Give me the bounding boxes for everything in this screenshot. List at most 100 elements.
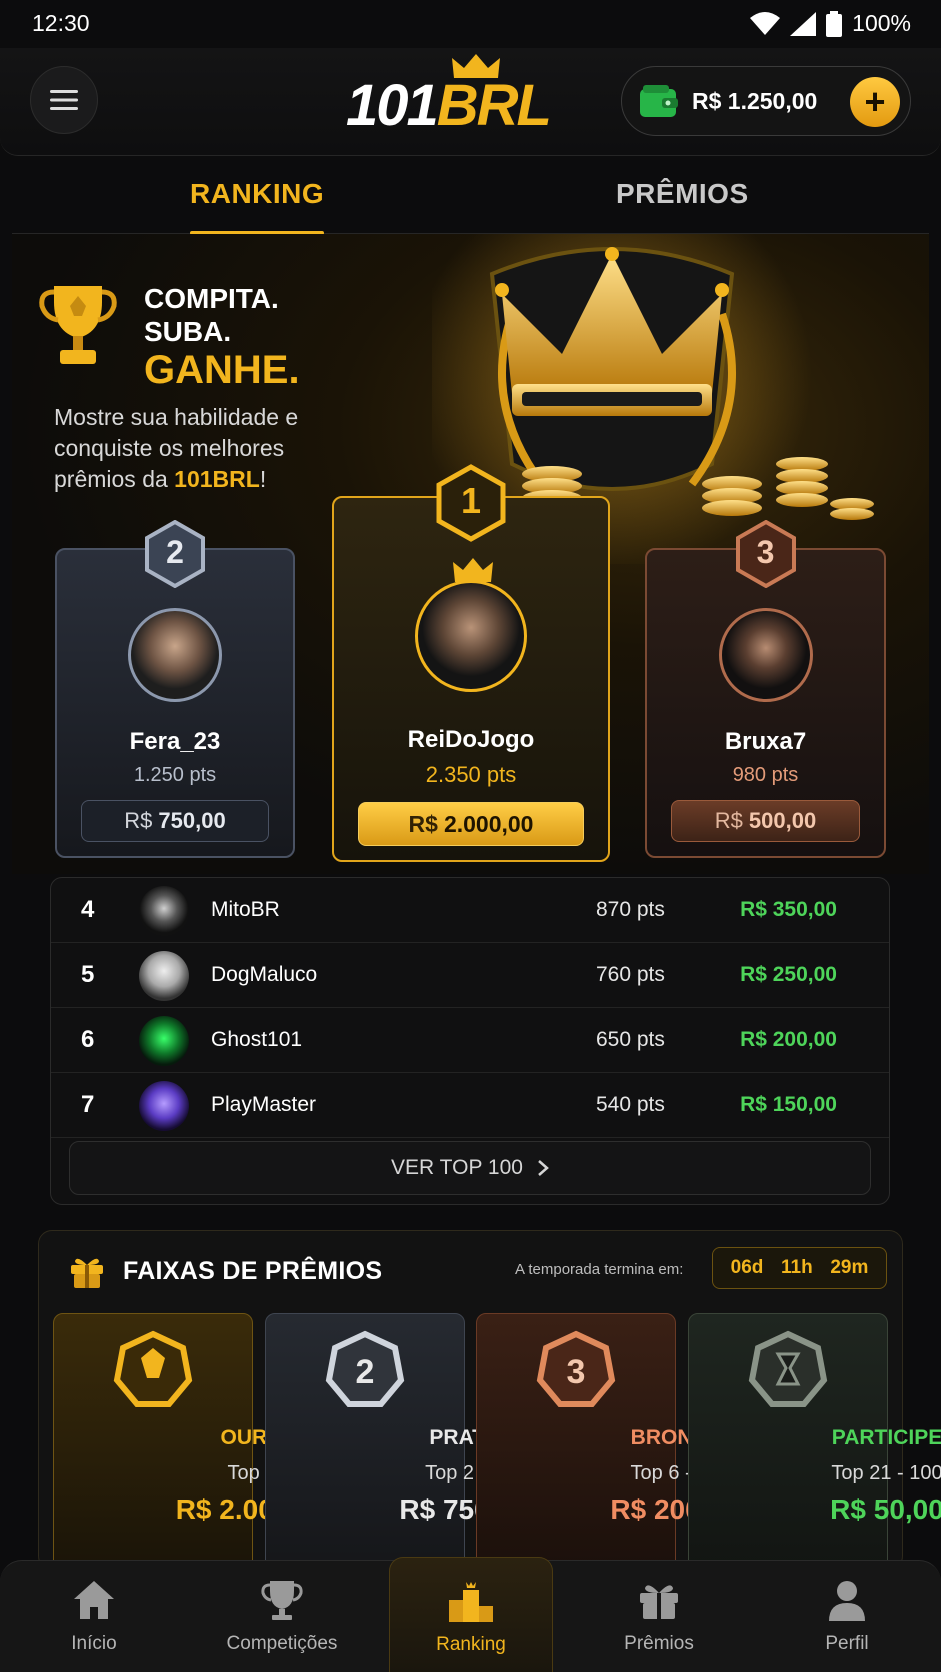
hero-line-1: COMPITA. [144, 283, 279, 314]
status-time: 12:30 [32, 10, 90, 36]
ranking-row[interactable]: 4 MitoBR 870 pts R$ 350,00 [51, 878, 889, 943]
rank-position: 5 [81, 961, 95, 988]
player-name: PlayMaster [211, 1093, 317, 1116]
tab-premios[interactable]: PRÊMIOS [616, 178, 749, 210]
tier-card-participe[interactable]: PARTICIPE Top 21 - 100 R$ 50,00 [688, 1313, 941, 1571]
timer-days: 06d [730, 1257, 764, 1278]
battery-icon [826, 10, 843, 37]
rank-position: 4 [81, 896, 95, 923]
status-bar: 12:30 100% [0, 0, 941, 48]
prize-value: 2.000,00 [443, 810, 534, 837]
view-top-100-button[interactable]: VER TOP 100 [69, 1141, 871, 1195]
menu-button[interactable] [30, 66, 98, 134]
podium-points-1: 2.350 pts [425, 762, 517, 787]
nav-perfil[interactable]: Perfil [753, 1561, 941, 1672]
user-icon [829, 1581, 865, 1621]
podium-name-1: ReiDoJogo [407, 726, 535, 753]
podium-prize-2: R$ 750,00 [81, 800, 269, 842]
player-name: MitoBR [211, 898, 280, 921]
tier-card-prata[interactable]: 2 PRATA Top 2 - 5 R$ 750,00 [265, 1313, 529, 1571]
rank-number-1: 1 [460, 480, 482, 521]
tier-range: Top 21 - 100 [831, 1462, 941, 1484]
ranking-row[interactable]: 5 DogMaluco 760 pts R$ 250,00 [51, 943, 889, 1008]
gift-icon [71, 1258, 103, 1288]
hero-line-3: GANHE. [144, 348, 300, 392]
tier-name: PARTICIPE [831, 1426, 941, 1449]
player-name: Ghost101 [211, 1028, 303, 1051]
avatar-fera23 [128, 608, 222, 702]
ranking-row[interactable]: 6 Ghost101 650 pts R$ 200,00 [51, 1008, 889, 1073]
avatar-dogmaluco [139, 951, 189, 1001]
nav-premios[interactable]: Prêmios [565, 1561, 753, 1672]
player-name: DogMaluco [211, 963, 318, 986]
hero-desc-brand: 101BRL [174, 466, 260, 492]
bottom-navigation: Início Competições Ranking Prêmios Perfi… [0, 1557, 941, 1672]
tier-value: R$ 50,00 [830, 1494, 941, 1525]
player-prize: R$ 350,00 [740, 898, 837, 921]
podium-points-3: 980 pts [732, 764, 799, 786]
nav-ranking[interactable]: Ranking [389, 1557, 553, 1672]
app-header: 101BRL R$ 1.250,00 + [0, 48, 941, 156]
svg-text:3: 3 [567, 1353, 586, 1391]
player-points: 540 pts [596, 1093, 665, 1116]
ranking-row[interactable]: 7 PlayMaster 540 pts R$ 150,00 [51, 1073, 889, 1138]
rank-position: 6 [81, 1026, 95, 1053]
podium-card-second[interactable]: 2 Fera_23 1.250 pts R$ 750,00 [55, 520, 295, 858]
player-points: 870 pts [596, 898, 665, 921]
podium-name-2: Fera_23 [129, 728, 221, 755]
participant-medal-icon [748, 1330, 828, 1407]
nav-label: Perfil [825, 1633, 869, 1654]
app-logo: 101BRL [346, 54, 552, 142]
avatar-ghost101 [139, 1016, 189, 1066]
podium-points-2: 1.250 pts [133, 764, 217, 786]
logo-text-gold: BRL [436, 73, 552, 138]
rank-position: 7 [81, 1091, 95, 1118]
nav-label: Ranking [436, 1634, 506, 1655]
hamburger-icon [50, 90, 78, 110]
season-label: A temporada termina em: [515, 1261, 684, 1278]
svg-text:2: 2 [356, 1353, 375, 1391]
podium-card-first[interactable]: 1 ReiDoJogo 2.350 pts R$ 2.000,00 [332, 464, 610, 862]
tab-ranking[interactable]: RANKING [190, 178, 324, 210]
podium-icon [449, 1582, 493, 1622]
wifi-icon [750, 11, 781, 35]
currency-label: R$ [124, 808, 153, 833]
podium-card-third[interactable]: 3 Bruxa7 980 pts R$ 500,00 [645, 520, 886, 858]
player-points: 760 pts [596, 963, 665, 986]
logo-crown-icon [452, 54, 500, 78]
view-top-100-label: VER TOP 100 [391, 1156, 523, 1179]
prize-value: 500,00 [748, 808, 817, 833]
nav-inicio[interactable]: Início [0, 1561, 188, 1672]
avatar-mitobr [139, 886, 189, 936]
gold-medal-icon [113, 1330, 193, 1407]
player-prize: R$ 150,00 [740, 1093, 837, 1116]
timer-minutes: 29m [830, 1257, 869, 1278]
podium-prize-3: R$ 500,00 [671, 800, 860, 842]
avatar-bruxa7 [718, 608, 813, 702]
nav-competicoes[interactable]: Competições [188, 1561, 376, 1672]
tab-bar: RANKING PRÊMIOS [12, 156, 929, 235]
tier-card-ouro[interactable]: OURO Top 1 R$ 2.000,00 [53, 1313, 328, 1571]
battery-level: 100% [852, 10, 911, 36]
wallet-icon [640, 85, 678, 117]
add-funds-button[interactable]: + [850, 77, 900, 127]
nav-label: Início [71, 1633, 117, 1654]
chevron-right-icon [538, 1160, 549, 1176]
rank-number-3: 3 [756, 534, 775, 570]
nav-label: Prêmios [624, 1633, 694, 1654]
player-prize: R$ 250,00 [740, 963, 837, 986]
status-icons: 100% [750, 10, 911, 37]
tier-card-bronze[interactable]: 3 BRONZE Top 6 - 20 R$ 200,00 [476, 1313, 740, 1571]
hero-desc-end: ! [259, 466, 267, 492]
hero-description: Mostre sua habilidade e conquiste os mel… [54, 402, 354, 495]
avatar-reidojogo [415, 580, 527, 692]
currency-label: R$ [714, 808, 743, 833]
timer-hours: 11h [781, 1257, 813, 1278]
logo-text-white: 101 [346, 73, 439, 138]
hero-headline: COMPITA. SUBA. GANHE. [144, 282, 300, 392]
hero-line-2: SUBA. [144, 316, 232, 347]
wallet-balance[interactable]: R$ 1.250,00 + [621, 66, 911, 136]
currency-label: R$ [408, 810, 438, 837]
trophy-icon [39, 286, 117, 364]
signal-icon [790, 11, 817, 36]
